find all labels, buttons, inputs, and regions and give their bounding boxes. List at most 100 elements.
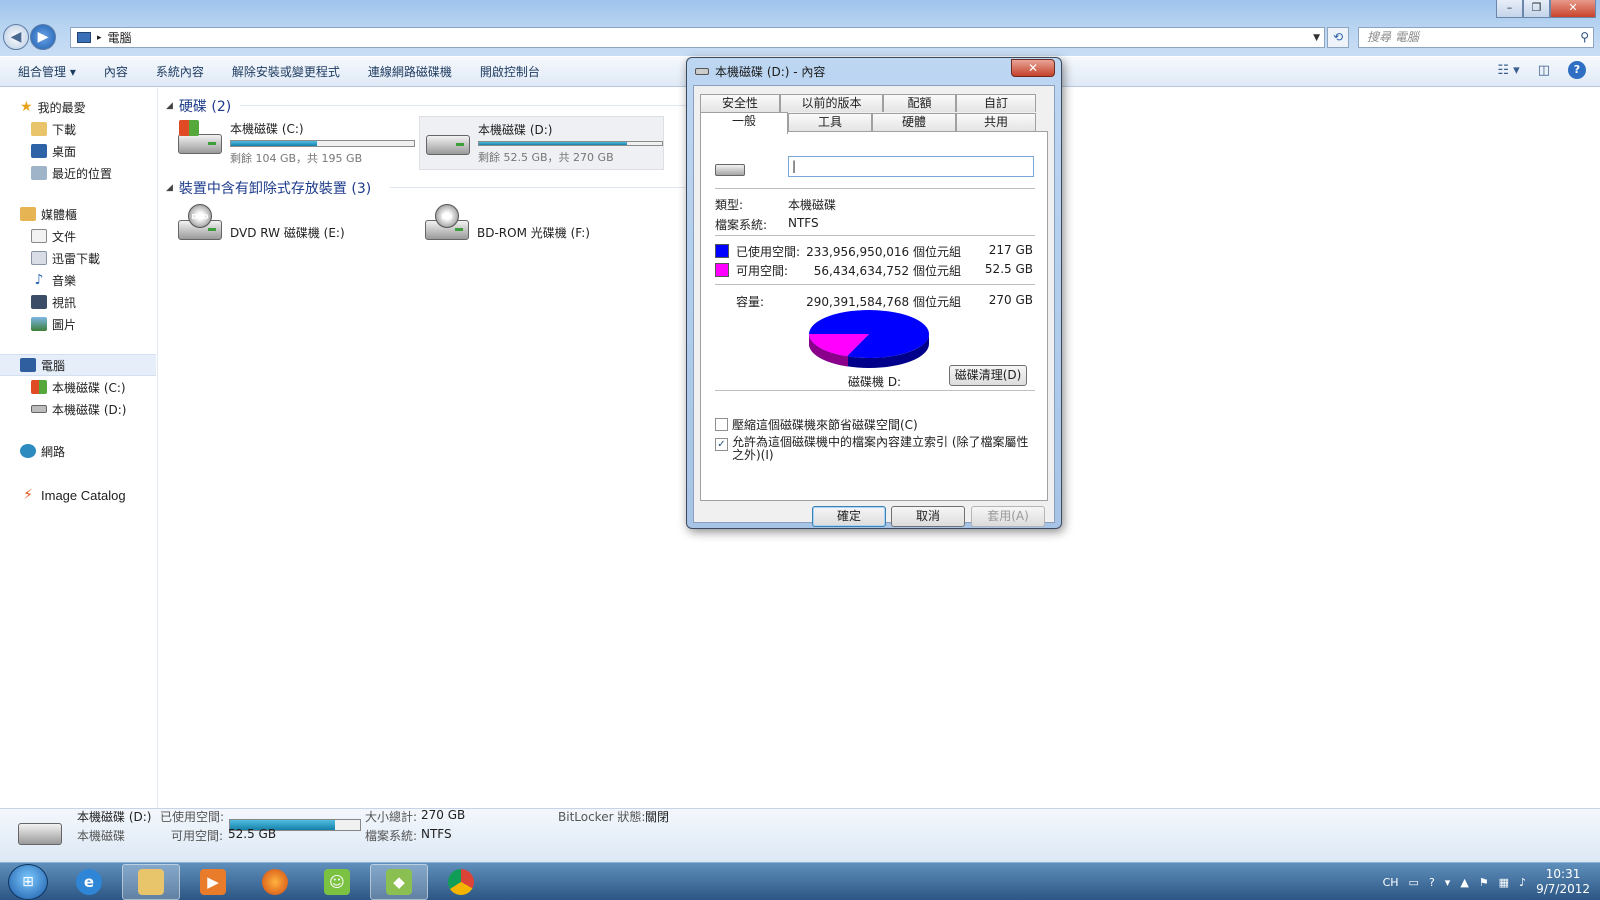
- volume-label-input[interactable]: |: [788, 156, 1034, 177]
- ok-button[interactable]: 確定: [812, 506, 886, 527]
- sidebar-item-label: 圖片: [52, 317, 77, 332]
- tab-security[interactable]: 安全性: [700, 94, 780, 112]
- maximize-button[interactable]: ❐: [1523, 0, 1550, 18]
- sidebar-item-label: 電腦: [41, 358, 66, 373]
- forward-button[interactable]: ▶: [30, 24, 56, 50]
- sidebar-item-label: 下載: [52, 122, 77, 137]
- apply-button[interactable]: 套用(A): [971, 506, 1045, 527]
- drive-tile-e[interactable]: DVD DVD RW 磁碟機 (E:): [172, 202, 417, 256]
- sidebar-item-network[interactable]: 網路: [0, 440, 156, 462]
- sidebar-item-documents[interactable]: 文件: [0, 225, 156, 247]
- drive-tile-d[interactable]: 本機磁碟 (D:) 剩餘 52.5 GB，共 270 GB: [419, 116, 664, 170]
- keyboard-icon[interactable]: ▭: [1409, 876, 1419, 889]
- tab-customize[interactable]: 自訂: [956, 94, 1036, 112]
- index-checkbox[interactable]: ✓: [715, 438, 728, 451]
- network-status-icon[interactable]: ▦: [1499, 876, 1509, 889]
- details-total-value: 270 GB: [421, 808, 466, 822]
- chevron-down-icon[interactable]: ▼: [1313, 33, 1320, 43]
- breadcrumb[interactable]: 電腦: [108, 29, 132, 46]
- clock[interactable]: 10:31 9/7/2012: [1536, 867, 1590, 897]
- drive-free-space: 剩餘 104 GB，共 195 GB: [230, 152, 363, 165]
- collapse-triangle-icon[interactable]: ◢: [166, 101, 173, 111]
- taskbar-chrome[interactable]: [432, 864, 490, 900]
- used-space-swatch: [715, 244, 729, 258]
- properties-button[interactable]: 內容: [104, 63, 128, 80]
- sidebar-item-drive-d[interactable]: 本機磁碟 (D:): [0, 398, 156, 420]
- address-bar[interactable]: ▸ 電腦 ▼: [70, 27, 1325, 48]
- taskbar-drive-app[interactable]: ◆: [370, 864, 428, 900]
- used-space-bytes: 233,956,950,016 個位元組: [806, 245, 961, 259]
- collapse-triangle-icon[interactable]: ◢: [166, 183, 173, 193]
- capacity-label: 容量:: [736, 295, 765, 309]
- clock-date: 9/7/2012: [1536, 882, 1590, 896]
- desktop-icon: [31, 144, 47, 158]
- sidebar-item-desktop[interactable]: 桌面: [0, 140, 156, 162]
- used-space-size: 217 GB: [988, 243, 1033, 257]
- action-center-icon[interactable]: ⚑: [1479, 876, 1489, 889]
- back-button[interactable]: ◀: [3, 24, 29, 50]
- show-hidden-icons-icon[interactable]: ▲: [1460, 876, 1468, 889]
- taskbar-media-player[interactable]: ▶: [184, 864, 242, 900]
- separator: [715, 188, 1035, 189]
- sidebar-item-libraries[interactable]: 媒體櫃: [0, 203, 156, 225]
- search-input[interactable]: 搜尋 電腦 ⚲: [1358, 27, 1594, 48]
- tab-tools[interactable]: 工具: [788, 113, 872, 131]
- drive-tile-f[interactable]: BD BD-ROM 光碟機 (F:): [419, 202, 664, 256]
- control-panel-button[interactable]: 開啟控制台: [480, 63, 540, 80]
- start-button[interactable]: ⊞: [8, 864, 48, 900]
- sidebar-item-image-catalog[interactable]: ⚡ Image Catalog: [0, 484, 156, 506]
- dialog-close-button[interactable]: ✕: [1011, 59, 1055, 77]
- volume-icon[interactable]: ♪: [1519, 876, 1526, 889]
- hard-drive-icon: [715, 164, 745, 176]
- tab-previous-versions[interactable]: 以前的版本: [780, 94, 883, 112]
- sidebar-item-thunder-downloads[interactable]: 迅雷下載: [0, 247, 156, 269]
- help-icon[interactable]: ?: [1568, 61, 1586, 79]
- sidebar-item-videos[interactable]: 視訊: [0, 291, 156, 313]
- tab-sharing[interactable]: 共用: [956, 113, 1036, 131]
- close-button[interactable]: ✕: [1550, 0, 1596, 18]
- tray-menu-icon[interactable]: ▾: [1445, 876, 1451, 889]
- cancel-button[interactable]: 取消: [891, 506, 965, 527]
- removable-group-header[interactable]: ◢ 裝置中含有卸除式存放裝置 (3): [166, 178, 371, 198]
- tab-quota[interactable]: 配額: [883, 94, 956, 112]
- language-indicator[interactable]: CH: [1383, 876, 1399, 889]
- map-drive-button[interactable]: 連線網路磁碟機: [368, 63, 452, 80]
- hdd-group-header[interactable]: ◢ 硬碟 (2): [166, 96, 231, 116]
- tab-hardware[interactable]: 硬體: [872, 113, 956, 131]
- help-icon[interactable]: ?: [1429, 876, 1435, 889]
- clock-time: 10:31: [1545, 867, 1581, 881]
- view-controls: ☷ ▾ ◫ ?: [1497, 61, 1586, 79]
- taskbar-explorer[interactable]: [122, 864, 180, 900]
- sidebar-item-music[interactable]: ♪ 音樂: [0, 269, 156, 291]
- details-drive-type: 本機磁碟: [77, 829, 126, 843]
- sidebar-item-drive-c[interactable]: 本機磁碟 (C:): [0, 376, 156, 398]
- taskbar-firefox[interactable]: [246, 864, 304, 900]
- system-drive-icon: [176, 120, 224, 160]
- preview-pane-icon[interactable]: ◫: [1538, 63, 1550, 78]
- sidebar-item-downloads[interactable]: 下載: [0, 118, 156, 140]
- drive-name: 本機磁碟 (D:): [478, 123, 553, 137]
- search-icon[interactable]: ⚲: [1580, 28, 1589, 47]
- separator: [715, 390, 1035, 391]
- uninstall-button[interactable]: 解除安裝或變更程式: [232, 63, 340, 80]
- compress-checkbox[interactable]: [715, 418, 728, 431]
- taskbar-chat[interactable]: ☺: [308, 864, 366, 900]
- organize-button[interactable]: 組合管理 ▾: [18, 63, 76, 80]
- minimize-button[interactable]: –: [1496, 0, 1523, 18]
- filesystem-value: NTFS: [788, 216, 819, 230]
- view-options-icon[interactable]: ☷ ▾: [1497, 63, 1519, 78]
- sidebar-item-recent[interactable]: 最近的位置: [0, 162, 156, 184]
- drive-usage-bar: [478, 141, 663, 146]
- system-properties-button[interactable]: 系統內容: [156, 63, 204, 80]
- sidebar-item-pictures[interactable]: 圖片: [0, 313, 156, 335]
- library-icon: [20, 207, 36, 221]
- taskbar-ie[interactable]: e: [60, 864, 118, 900]
- sidebar-item-favorites[interactable]: ★ 我的最愛: [0, 96, 156, 118]
- refresh-button[interactable]: ⟲: [1327, 27, 1349, 48]
- disk-cleanup-button[interactable]: 磁碟清理(D): [949, 365, 1027, 386]
- computer-icon: [20, 358, 36, 372]
- compress-label: 壓縮這個磁碟機來節省磁碟空間(C): [732, 418, 918, 432]
- drive-tile-c[interactable]: 本機磁碟 (C:) 剩餘 104 GB，共 195 GB: [172, 116, 417, 170]
- sidebar-item-computer[interactable]: 電腦: [0, 354, 156, 376]
- tab-general[interactable]: 一般: [700, 112, 788, 134]
